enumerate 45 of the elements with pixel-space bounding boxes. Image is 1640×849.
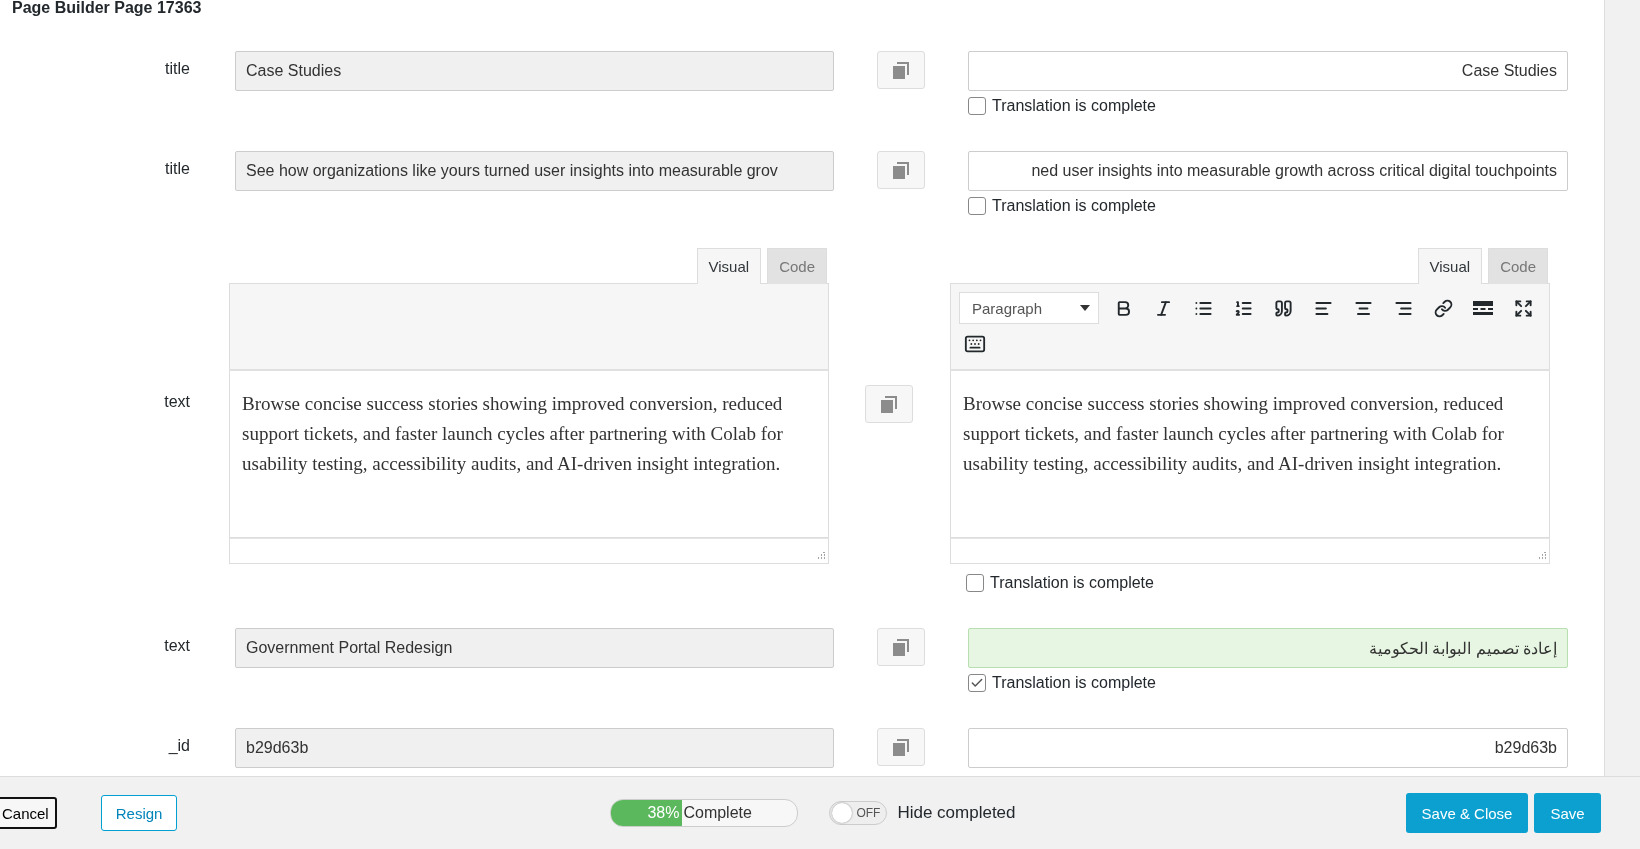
translation-complete-checkbox[interactable]: Translation is complete bbox=[968, 197, 1568, 215]
copy-icon bbox=[879, 394, 899, 414]
translation-complete-checkbox[interactable]: Translation is complete bbox=[966, 574, 1550, 592]
copy-button[interactable] bbox=[877, 728, 925, 766]
translation-field[interactable]: ned user insights into measurable growth across critical digital touchpoints bbox=[968, 151, 1568, 191]
copy-icon bbox=[891, 160, 911, 180]
copy-icon bbox=[891, 737, 911, 757]
translation-field[interactable]: إعادة تصميم البوابة الحكومية bbox=[968, 628, 1568, 668]
field-label: title bbox=[164, 59, 190, 78]
field-label: text bbox=[163, 392, 190, 411]
caret-icon bbox=[1080, 305, 1090, 311]
source-field[interactable]: Case Studies bbox=[235, 51, 834, 91]
copy-button[interactable] bbox=[877, 51, 925, 89]
resize-grip-icon bbox=[817, 552, 825, 560]
field-label: text bbox=[163, 636, 190, 655]
progress-label: Complete bbox=[683, 804, 752, 822]
editor-tab[interactable]: Visual bbox=[1417, 248, 1483, 284]
source-field[interactable]: See how organizations like yours turned user insights into measurable grov bbox=[235, 151, 834, 191]
progress-percent: 38% bbox=[646, 804, 680, 822]
field-label: title bbox=[164, 159, 190, 178]
editor-content[interactable]: Browse concise success stories showing improved conversion, reduced support tickets, and faster launch cycles after partnering with Colab for usability testing, accessibility audits, and AI-driven insight integration. bbox=[950, 371, 1550, 538]
copy-button[interactable] bbox=[865, 385, 913, 423]
source-field[interactable]: Government Portal Redesign bbox=[235, 628, 834, 668]
copy-icon bbox=[891, 637, 911, 657]
translation-complete-checkbox[interactable]: Translation is complete bbox=[968, 97, 1568, 115]
editor-tab[interactable]: Code bbox=[767, 248, 827, 284]
copy-icon bbox=[891, 60, 911, 80]
check-icon bbox=[970, 676, 984, 690]
hide-completed-toggle[interactable]: OFF bbox=[829, 801, 888, 825]
translation-field[interactable]: b29d63b bbox=[968, 728, 1568, 768]
page-title: Page Builder Page 17363 bbox=[11, 0, 203, 17]
editor-tab[interactable]: Visual bbox=[696, 248, 762, 284]
copy-button[interactable] bbox=[877, 628, 925, 666]
cancel-button[interactable]: Cancel bbox=[0, 797, 57, 829]
source-field[interactable]: b29d63b bbox=[235, 728, 834, 768]
toggle-label: Hide completed bbox=[897, 803, 1016, 823]
field-label: _id bbox=[167, 736, 190, 755]
editor-tab[interactable]: Code bbox=[1488, 248, 1548, 284]
resign-button[interactable]: Resign bbox=[100, 795, 178, 831]
editor-content[interactable]: Browse concise success stories showing improved conversion, reduced support tickets, and faster launch cycles after partnering with Colab for usability testing, accessibility audits, and AI-driven insight integration. bbox=[229, 371, 829, 538]
translation-field[interactable]: Case Studies bbox=[968, 51, 1568, 91]
format-select[interactable]: Paragraph bbox=[959, 292, 1099, 324]
copy-button[interactable] bbox=[877, 151, 925, 189]
translation-complete-checkbox[interactable]: Translation is complete bbox=[968, 674, 1568, 692]
resize-grip-icon bbox=[1538, 552, 1546, 560]
